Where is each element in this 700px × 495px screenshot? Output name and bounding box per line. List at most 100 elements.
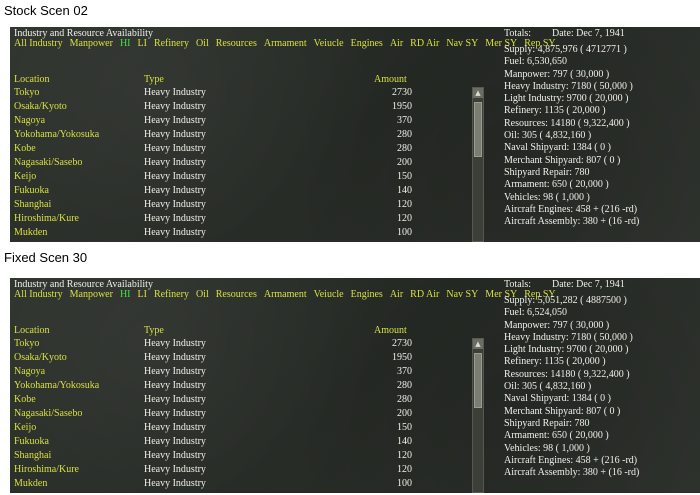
filter-refinery[interactable]: Refinery — [154, 289, 189, 300]
column-header-type[interactable]: Type — [144, 74, 164, 85]
row-location: Mukden — [14, 478, 48, 489]
row-location: Shanghai — [14, 450, 52, 461]
column-header-location[interactable]: Location — [14, 74, 50, 85]
filter-air[interactable]: Air — [390, 289, 403, 300]
row-location: Yokohama/Yokosuka — [14, 129, 100, 140]
totals-line: Resources: 14180 ( 9,322,400 ) — [504, 368, 630, 380]
filter-nav-sy[interactable]: Nav SY — [446, 289, 478, 300]
filter-rd-air[interactable]: RD Air — [410, 38, 439, 49]
industry-panel-stock: Industry and Resource Availability All In… — [10, 27, 700, 242]
table-row[interactable]: Nagoya Heavy Industry 370 — [14, 115, 412, 129]
row-location: Fukuoka — [14, 185, 49, 196]
filter-nav-sy[interactable]: Nav SY — [446, 38, 478, 49]
table-row[interactable]: Keijo Heavy Industry 150 — [14, 171, 412, 185]
table-row[interactable]: Yokohama/Yokosuka Heavy Industry 280 — [14, 129, 412, 143]
column-header-amount[interactable]: Amount — [374, 74, 407, 85]
table-row[interactable]: Kobe Heavy Industry 280 — [14, 394, 412, 408]
row-type: Heavy Industry — [144, 450, 206, 461]
totals-line: Aircraft Assembly: 380 + (16 -rd) — [504, 216, 640, 228]
scroll-up-arrow-icon[interactable]: ▲ — [473, 339, 483, 349]
totals-line: Vehicles: 98 ( 1,000 ) — [504, 442, 590, 454]
row-amount: 280 — [397, 380, 412, 391]
table-row[interactable]: Osaka/Kyoto Heavy Industry 1950 — [14, 352, 412, 366]
filter-engines[interactable]: Engines — [351, 38, 383, 49]
table-row[interactable]: Nagoya Heavy Industry 370 — [14, 366, 412, 380]
table-row[interactable]: Mukden Heavy Industry 100 — [14, 227, 412, 241]
column-header-location[interactable]: Location — [14, 325, 50, 336]
totals-line: Light Industry: 9700 ( 20,000 ) — [504, 344, 629, 356]
row-type: Heavy Industry — [144, 213, 206, 224]
totals-header: Totals: Date: Dec 7, 1941 — [504, 279, 694, 295]
table-row[interactable]: Osaka/Kyoto Heavy Industry 1950 — [14, 101, 412, 115]
row-type: Heavy Industry — [144, 129, 206, 140]
table-row[interactable]: Mukden Heavy Industry 100 — [14, 478, 412, 492]
filter-oil[interactable]: Oil — [196, 289, 209, 300]
filter-manpower[interactable]: Manpower — [70, 289, 113, 300]
table-row[interactable]: Hiroshima/Kure Heavy Industry 120 — [14, 213, 412, 227]
table-row[interactable]: Shanghai Heavy Industry 120 — [14, 450, 412, 464]
table-row[interactable]: Nagasaki/Sasebo Heavy Industry 200 — [14, 157, 412, 171]
totals-line: Armament: 650 ( 20,000 ) — [504, 430, 609, 442]
scroll-up-arrow-icon[interactable]: ▲ — [473, 88, 483, 98]
filter-rd-air[interactable]: RD Air — [410, 289, 439, 300]
row-type: Heavy Industry — [144, 352, 206, 363]
row-type: Heavy Industry — [144, 366, 206, 377]
table-row[interactable]: Kobe Heavy Industry 280 — [14, 143, 412, 157]
filter-refinery[interactable]: Refinery — [154, 38, 189, 49]
industry-panel-fixed: Industry and Resource Availability All In… — [10, 278, 700, 493]
table-row[interactable]: Nagasaki/Sasebo Heavy Industry 200 — [14, 408, 412, 422]
totals-header: Totals: Date: Dec 7, 1941 — [504, 28, 694, 44]
totals-line: Armament: 650 ( 20,000 ) — [504, 179, 609, 191]
row-amount: 200 — [397, 157, 412, 168]
row-location: Nagoya — [14, 366, 46, 377]
row-location: Keijo — [14, 171, 37, 182]
filter-veiucle[interactable]: Veiucle — [314, 289, 344, 300]
filter-li[interactable]: LI — [138, 289, 147, 300]
table-row[interactable]: Hiroshima/Kure Heavy Industry 120 — [14, 464, 412, 478]
scroll-thumb[interactable] — [474, 353, 482, 408]
totals-line: Naval Shipyard: 1384 ( 0 ) — [504, 393, 611, 405]
totals-line: Aircraft Engines: 458 + (216 -rd) — [504, 454, 638, 466]
filter-li[interactable]: LI — [138, 38, 147, 49]
row-amount: 120 — [397, 199, 412, 210]
totals-line: Vehicles: 98 ( 1,000 ) — [504, 191, 590, 203]
table-row[interactable]: Shanghai Heavy Industry 120 — [14, 199, 412, 213]
totals-line: Shipyard Repair: 780 — [504, 166, 590, 178]
filter-resources[interactable]: Resources — [216, 38, 257, 49]
panel-caption: Fixed Scen 30 — [4, 250, 88, 265]
table-row[interactable]: Yokohama/Yokosuka Heavy Industry 280 — [14, 380, 412, 394]
table-row[interactable]: Keijo Heavy Industry 150 — [14, 422, 412, 436]
totals-line: Oil: 305 ( 4,832,160 ) — [504, 130, 592, 142]
filter-veiucle[interactable]: Veiucle — [314, 38, 344, 49]
row-type: Heavy Industry — [144, 464, 206, 475]
filter-armament[interactable]: Armament — [264, 38, 307, 49]
table-row[interactable]: Fukuoka Heavy Industry 140 — [14, 436, 412, 450]
filter-all-industry[interactable]: All Industry — [14, 289, 63, 300]
filter-air[interactable]: Air — [390, 38, 403, 49]
row-amount: 150 — [397, 422, 412, 433]
filter-resources[interactable]: Resources — [216, 289, 257, 300]
row-location: Hiroshima/Kure — [14, 213, 79, 224]
list-scrollbar[interactable]: ▲ — [472, 338, 484, 493]
table-row[interactable]: Tokyo Heavy Industry 2730 — [14, 87, 412, 101]
table-row[interactable]: Fukuoka Heavy Industry 140 — [14, 185, 412, 199]
filter-engines[interactable]: Engines — [351, 289, 383, 300]
scroll-thumb[interactable] — [474, 102, 482, 157]
totals-line: Fuel: 6,530,650 — [504, 56, 568, 68]
column-header-type[interactable]: Type — [144, 325, 164, 336]
row-location: Osaka/Kyoto — [14, 352, 67, 363]
column-header-amount[interactable]: Amount — [374, 325, 407, 336]
row-location: Tokyo — [14, 338, 40, 349]
totals-line: Aircraft Engines: 458 + (216 -rd) — [504, 203, 638, 215]
filter-hi[interactable]: HI — [120, 289, 131, 300]
filter-hi[interactable]: HI — [120, 38, 131, 49]
row-type: Heavy Industry — [144, 101, 206, 112]
table-row[interactable]: Tokyo Heavy Industry 2730 — [14, 338, 412, 352]
filter-armament[interactable]: Armament — [264, 289, 307, 300]
list-scrollbar[interactable]: ▲ — [472, 87, 484, 242]
filter-oil[interactable]: Oil — [196, 38, 209, 49]
totals-line: Heavy Industry: 7180 ( 50,000 ) — [504, 331, 633, 343]
totals-line: Supply: 5,051,282 ( 4887500 ) — [504, 295, 627, 306]
filter-manpower[interactable]: Manpower — [70, 38, 113, 49]
filter-all-industry[interactable]: All Industry — [14, 38, 63, 49]
